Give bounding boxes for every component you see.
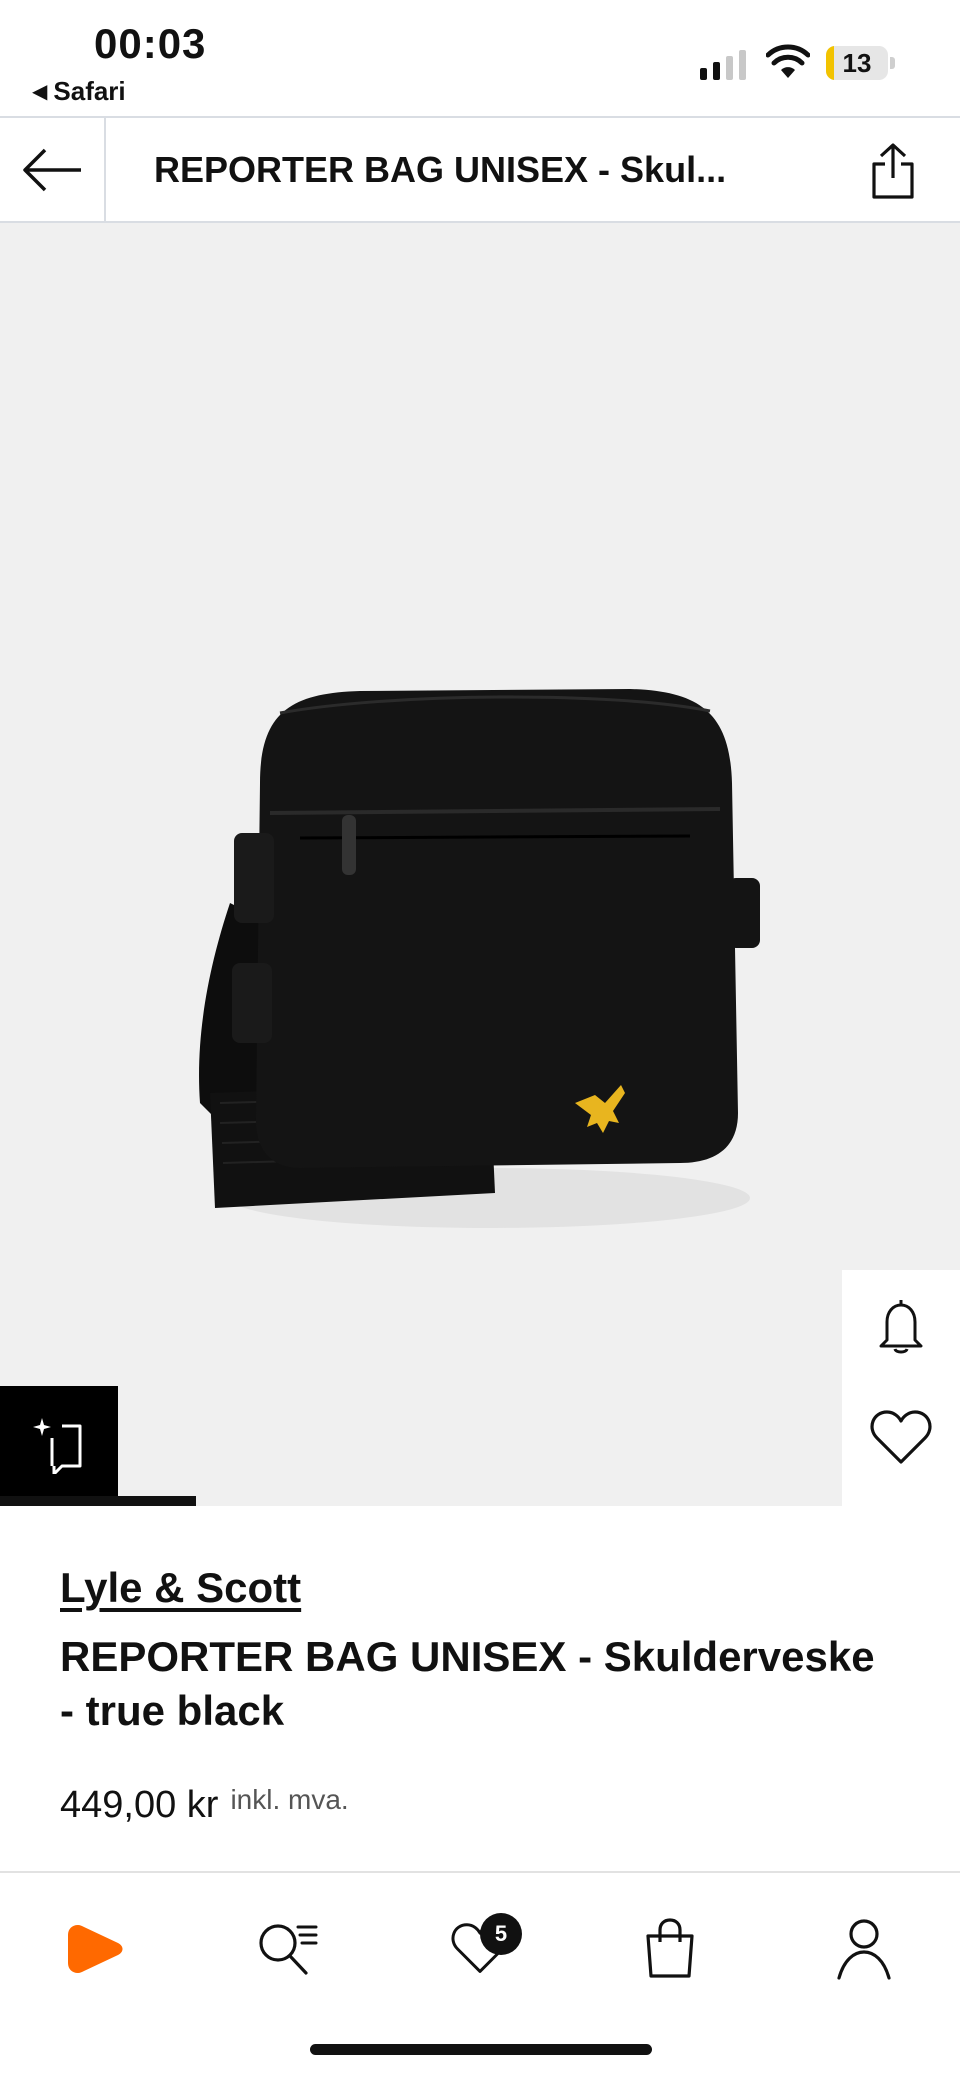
brand-link[interactable]: Lyle & Scott <box>60 1564 301 1612</box>
similar-items-icon <box>33 1418 82 1474</box>
battery-level: 13 <box>842 48 872 78</box>
top-bar: REPORTER BAG UNISEX - Skul... <box>0 116 960 223</box>
back-button[interactable] <box>0 118 106 221</box>
bell-icon <box>879 1300 923 1354</box>
nav-home[interactable] <box>56 1909 136 1989</box>
nav-search[interactable] <box>248 1909 328 1989</box>
status-time: 00:03 <box>94 20 207 67</box>
product-image[interactable] <box>0 223 960 1506</box>
notify-button[interactable] <box>871 1296 931 1356</box>
image-carousel-track <box>196 1496 782 1506</box>
wifi-icon <box>766 44 810 78</box>
heart-icon <box>870 1410 932 1464</box>
share-button[interactable] <box>860 138 926 204</box>
arrow-left-icon <box>23 148 81 191</box>
share-icon <box>872 143 914 199</box>
back-app-label: Safari <box>53 76 126 106</box>
price-row: 449,00 kr inkl. mva. <box>60 1784 349 1827</box>
user-icon <box>837 1919 891 1980</box>
shopping-bag-icon <box>646 1918 694 1978</box>
zalando-logo-icon <box>68 1925 123 1973</box>
nav-bag[interactable] <box>630 1909 710 1989</box>
battery-icon: 13 <box>826 46 896 80</box>
similar-items-button[interactable] <box>0 1386 118 1504</box>
status-bar: 00:03 ◀ Safari 13 <box>0 0 960 116</box>
product-price: 449,00 kr <box>60 1784 219 1826</box>
home-indicator[interactable] <box>310 2044 652 2055</box>
product-page: 00:03 ◀ Safari 13 REPORTER BAG UNISEX - … <box>0 0 960 2078</box>
vat-note: inkl. mva. <box>230 1784 349 1815</box>
back-to-app-link[interactable]: ◀ Safari <box>32 76 126 107</box>
wishlist-count-badge: 5 <box>480 1913 522 1955</box>
wishlist-button[interactable] <box>869 1408 933 1468</box>
nav-wishlist[interactable]: 5 <box>440 1909 522 1989</box>
image-carousel-progress <box>0 1496 196 1506</box>
cellular-signal-icon <box>700 48 746 80</box>
product-side-actions <box>842 1270 960 1506</box>
page-title: REPORTER BAG UNISEX - Skul... <box>154 149 727 190</box>
nav-profile[interactable] <box>824 1909 904 1989</box>
product-name: REPORTER BAG UNISEX - Skulderveske - tru… <box>60 1633 875 1734</box>
product-photo-bag <box>199 689 760 1228</box>
back-triangle-icon: ◀ <box>32 81 48 103</box>
search-icon <box>259 1924 318 1975</box>
